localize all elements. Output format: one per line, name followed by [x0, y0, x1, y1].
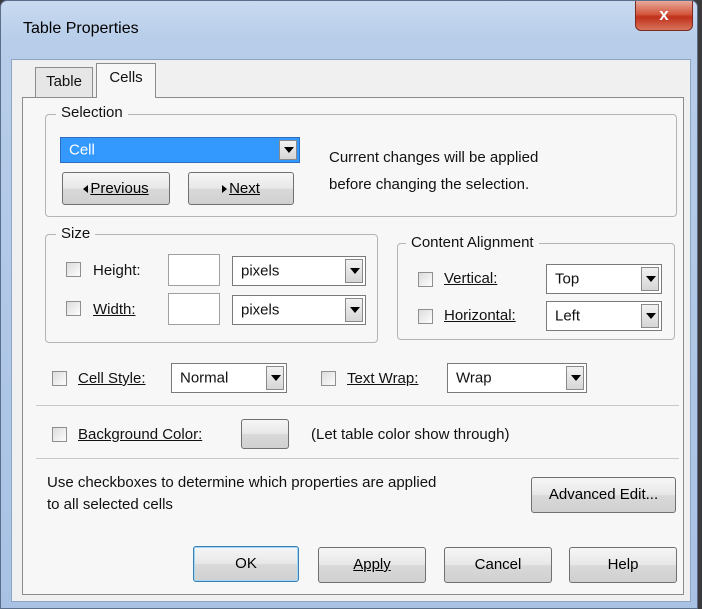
selection-note-line1: Current changes will be applied [329, 149, 539, 166]
tab-cells[interactable]: Cells [96, 63, 156, 98]
vertical-alignment-value: Top [555, 270, 580, 288]
chevron-down-icon[interactable] [266, 366, 284, 390]
width-unit-select[interactable]: pixels [232, 295, 366, 325]
previous-label: Previous [90, 180, 149, 197]
cell-style-value: Normal [180, 369, 229, 387]
help-label: Help [607, 556, 639, 573]
height-input[interactable] [168, 254, 220, 286]
chevron-down-icon[interactable] [641, 304, 659, 328]
text-wrap-label-text: Text Wrap: [347, 370, 419, 387]
chevron-down-icon[interactable] [345, 298, 363, 322]
triangle-right-icon [222, 185, 228, 194]
triangle-left-icon [83, 185, 89, 194]
apply-label: Apply [353, 556, 391, 573]
cell-style-label: Cell Style: [78, 370, 146, 387]
previous-button[interactable]: Previous [62, 172, 170, 205]
dialog-title: Table Properties [23, 20, 139, 37]
close-button[interactable]: x [635, 1, 693, 31]
next-label: Next [229, 180, 260, 197]
content-alignment-legend: Content Alignment [406, 234, 539, 251]
text-wrap-select[interactable]: Wrap [447, 363, 587, 393]
ok-label: OK [235, 555, 257, 572]
help-button[interactable]: Help [569, 547, 677, 583]
title-bar[interactable]: Table Properties x [1, 1, 697, 59]
hint-line2: to all selected cells [47, 496, 173, 513]
size-legend: Size [56, 225, 96, 242]
cell-style-checkbox[interactable] [52, 371, 67, 386]
height-checkbox[interactable] [66, 262, 81, 277]
horizontal-label: Horizontal: [444, 307, 516, 324]
chevron-down-icon[interactable] [566, 366, 584, 390]
vertical-label-text: Vertical: [444, 270, 498, 287]
cell-style-label-text: Cell Style: [78, 370, 146, 387]
advanced-edit-button[interactable]: Advanced Edit... [531, 477, 676, 513]
horizontal-checkbox[interactable] [418, 309, 433, 324]
height-unit-value: pixels [241, 262, 280, 280]
text-wrap-checkbox[interactable] [321, 371, 336, 386]
close-icon: x [659, 5, 669, 24]
apply-button[interactable]: Apply [318, 547, 426, 583]
background-color-checkbox[interactable] [52, 427, 67, 442]
width-unit-value: pixels [241, 301, 280, 319]
ok-button[interactable]: OK [193, 546, 299, 582]
tab-cells-label: Cells [109, 69, 143, 86]
divider [36, 405, 679, 406]
cell-style-select[interactable]: Normal [171, 363, 287, 393]
chevron-down-icon[interactable] [345, 259, 363, 283]
horizontal-alignment-value: Left [555, 307, 581, 325]
selection-note-line2: before changing the selection. [329, 176, 530, 193]
background-color-label-text: Background Color: [78, 426, 203, 443]
chevron-down-icon[interactable] [641, 267, 659, 291]
hint-line1: Use checkboxes to determine which proper… [47, 474, 437, 491]
cancel-label: Cancel [474, 556, 522, 573]
selection-dropdown[interactable]: Cell [60, 137, 300, 163]
width-checkbox[interactable] [66, 301, 81, 316]
text-wrap-label: Text Wrap: [347, 370, 418, 387]
cancel-button[interactable]: Cancel [444, 547, 552, 583]
tab-table-label: Table [46, 73, 82, 90]
horizontal-label-text: Horizontal: [444, 307, 516, 324]
horizontal-alignment-select[interactable]: Left [546, 301, 662, 331]
size-group [45, 234, 378, 343]
next-button[interactable]: Next [188, 172, 294, 205]
width-input[interactable] [168, 293, 220, 325]
background-color-label: Background Color: [78, 426, 202, 443]
vertical-checkbox[interactable] [418, 272, 433, 287]
text-wrap-value: Wrap [456, 369, 492, 387]
height-unit-select[interactable]: pixels [232, 256, 366, 286]
divider [36, 458, 679, 459]
vertical-label: Vertical: [444, 270, 497, 287]
selection-value: Cell [69, 141, 95, 159]
background-color-button[interactable] [241, 419, 289, 449]
height-label: Height: [93, 262, 141, 279]
advanced-edit-label: Advanced Edit... [548, 486, 659, 503]
vertical-alignment-select[interactable]: Top [546, 264, 662, 294]
chevron-down-icon[interactable] [279, 140, 297, 160]
background-color-note: (Let table color show through) [311, 426, 510, 443]
selection-legend: Selection [56, 104, 128, 121]
tab-table[interactable]: Table [35, 67, 93, 97]
width-label: Width: [93, 301, 136, 318]
